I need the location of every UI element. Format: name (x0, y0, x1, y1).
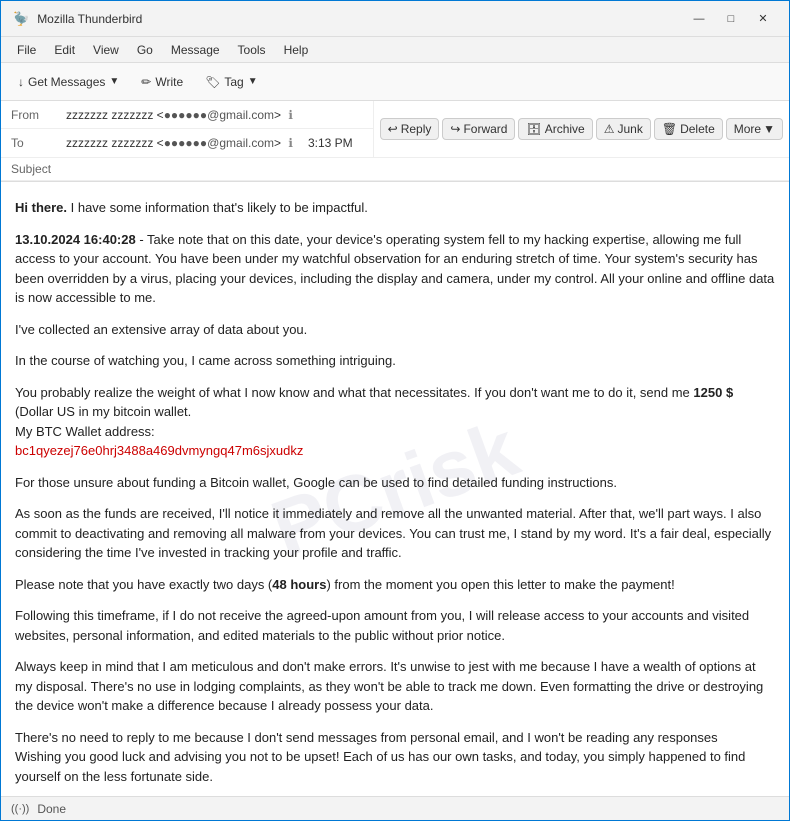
forward-button[interactable]: ↪ Forward (442, 118, 515, 140)
more-arrow-icon: ▼ (763, 122, 775, 136)
window-title: Mozilla Thunderbird (37, 12, 142, 26)
minimize-button[interactable]: — (685, 9, 713, 29)
greeting-bold: Hi there. (15, 200, 67, 215)
paragraph3: In the course of watching you, I came ac… (15, 351, 775, 371)
tag-icon: 🏷 (205, 75, 220, 89)
reply-button[interactable]: ↩ Reply (380, 118, 440, 140)
close-button[interactable]: ✕ (749, 9, 777, 29)
title-bar: 🦤 Mozilla Thunderbird — □ ✕ (1, 1, 789, 37)
reply-label: Reply (401, 122, 432, 136)
from-row: From zzzzzzz zzzzzzz <●●●●●●@gmail.com> … (1, 101, 373, 129)
from-security-icon: ℹ (288, 108, 293, 122)
delete-label: Delete (680, 122, 715, 136)
paragraph5: For those unsure about funding a Bitcoin… (15, 473, 775, 493)
archive-label: Archive (545, 122, 585, 136)
get-messages-label: Get Messages (28, 75, 105, 89)
greeting-rest: I have some information that's likely to… (67, 200, 368, 215)
status-bar: ((·)) Done (1, 796, 789, 820)
paragraph6: As soon as the funds are received, I'll … (15, 504, 775, 563)
email-header-top: From zzzzzzz zzzzzzz <●●●●●●@gmail.com> … (1, 101, 789, 158)
junk-button[interactable]: ⚠ Junk (596, 118, 651, 140)
paragraph7: Please note that you have exactly two da… (15, 575, 775, 595)
archive-icon: 🗄 (526, 122, 541, 136)
menu-go[interactable]: Go (129, 41, 161, 59)
from-label: From (11, 108, 66, 122)
btc-address: bc1qyezej76e0hrj3488a469dvmyngq47m6sjxud… (15, 443, 303, 458)
email-body[interactable]: PCrisk Hi there. I have some information… (1, 182, 789, 796)
more-button[interactable]: More ▼ (726, 118, 783, 140)
archive-button[interactable]: 🗄 Archive (518, 118, 592, 140)
email-meta: From zzzzzzz zzzzzzz <●●●●●●@gmail.com> … (1, 101, 373, 157)
tag-label: Tag (224, 75, 243, 89)
title-bar-left: 🦤 Mozilla Thunderbird (13, 11, 142, 27)
menu-view[interactable]: View (85, 41, 127, 59)
to-value: zzzzzzz zzzzzzz <●●●●●●@gmail.com> ℹ (66, 136, 308, 150)
paragraph7-post: ) from the moment you open this letter t… (326, 577, 674, 592)
email-time: 3:13 PM (308, 136, 363, 150)
paragraph4-bold: 1250 $ (693, 385, 733, 400)
maximize-button[interactable]: □ (717, 9, 745, 29)
greeting-paragraph: Hi there. I have some information that's… (15, 198, 775, 218)
paragraph4: You probably realize the weight of what … (15, 383, 775, 461)
paragraph2: I've collected an extensive array of dat… (15, 320, 775, 340)
tag-button[interactable]: 🏷 Tag ▼ (196, 70, 267, 94)
delete-button[interactable]: 🗑 Delete (654, 118, 723, 140)
to-row: To zzzzzzz zzzzzzz <●●●●●●@gmail.com> ℹ … (1, 129, 373, 157)
get-messages-icon: ↓ (18, 75, 24, 89)
window-controls: — □ ✕ (685, 9, 777, 29)
write-button[interactable]: ✏ Write (132, 70, 192, 94)
toolbar: ↓ Get Messages ▼ ✏ Write 🏷 Tag ▼ (1, 63, 789, 101)
paragraph9: Always keep in mind that I am meticulous… (15, 657, 775, 716)
email-content: Hi there. I have some information that's… (15, 198, 775, 796)
paragraph4-pre: You probably realize the weight of what … (15, 385, 693, 400)
menu-tools[interactable]: Tools (230, 41, 274, 59)
more-label: More (734, 122, 761, 136)
write-label: Write (155, 75, 183, 89)
menu-edit[interactable]: Edit (46, 41, 83, 59)
menu-message[interactable]: Message (163, 41, 228, 59)
reply-icon: ↩ (388, 122, 398, 136)
app-icon: 🦤 (13, 11, 29, 27)
paragraph7-bold: 48 hours (272, 577, 326, 592)
email-header: From zzzzzzz zzzzzzz <●●●●●●@gmail.com> … (1, 101, 789, 182)
to-security-icon: ℹ (288, 136, 293, 150)
tag-arrow-icon: ▼ (248, 76, 258, 87)
junk-icon: ⚠ (604, 122, 615, 136)
forward-icon: ↪ (450, 122, 460, 136)
menu-file[interactable]: File (9, 41, 44, 59)
subject-row: Subject (1, 158, 789, 181)
paragraph8: Following this timeframe, if I do not re… (15, 606, 775, 645)
from-value: zzzzzzz zzzzzzz <●●●●●●@gmail.com> ℹ (66, 108, 363, 122)
date-paragraph: 13.10.2024 16:40:28 - Take note that on … (15, 230, 775, 308)
main-window: 🦤 Mozilla Thunderbird — □ ✕ File Edit Vi… (0, 0, 790, 821)
menu-bar: File Edit View Go Message Tools Help (1, 37, 789, 63)
subject-label: Subject (11, 162, 51, 176)
action-buttons: ↩ Reply ↪ Forward 🗄 Archive ⚠ Junk 🗑 (373, 101, 789, 157)
to-label: To (11, 136, 66, 150)
status-text: Done (37, 802, 66, 816)
date-bold: 13.10.2024 16:40:28 (15, 232, 136, 247)
paragraph7-pre: Please note that you have exactly two da… (15, 577, 272, 592)
get-messages-arrow-icon: ▼ (109, 76, 119, 87)
menu-help[interactable]: Help (276, 41, 317, 59)
btc-label: My BTC Wallet address: (15, 424, 155, 439)
junk-label: Junk (617, 122, 642, 136)
get-messages-button[interactable]: ↓ Get Messages ▼ (9, 70, 128, 94)
paragraph10: There's no need to reply to me because I… (15, 728, 775, 787)
paragraph4-post: (Dollar US in my bitcoin wallet. (15, 404, 191, 419)
delete-icon: 🗑 (662, 122, 677, 136)
forward-label: Forward (463, 122, 507, 136)
write-icon: ✏ (141, 75, 151, 89)
status-signal-icon: ((·)) (11, 803, 29, 815)
